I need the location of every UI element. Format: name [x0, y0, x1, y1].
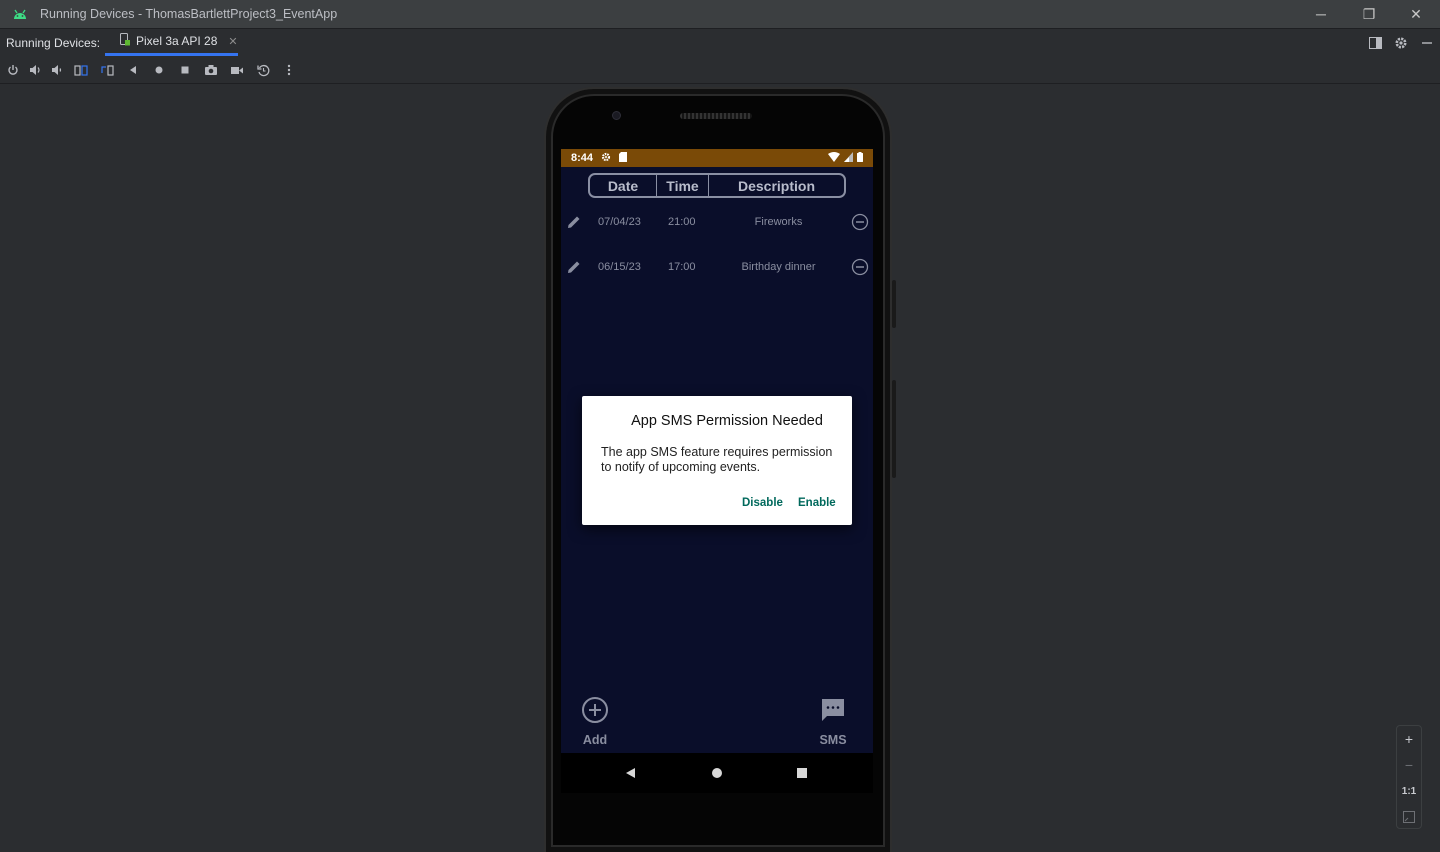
window-title: Running Devices - ThomasBartlettProject3… — [40, 7, 338, 21]
android-nav-bar — [561, 753, 873, 793]
sms-button[interactable]: SMS — [819, 696, 847, 747]
add-label: Add — [582, 733, 608, 747]
volume-down-icon[interactable] — [48, 61, 66, 79]
nav-back-icon[interactable] — [622, 765, 638, 781]
minimize-button[interactable]: ─ — [1298, 0, 1344, 28]
front-camera — [612, 111, 621, 120]
add-circle-icon — [581, 696, 609, 727]
event-time: 21:00 — [668, 216, 696, 228]
tab-label: Pixel 3a API 28 — [136, 34, 218, 48]
sms-permission-dialog: App SMS Permission Needed The app SMS fe… — [582, 396, 852, 525]
title-bar: Running Devices - ThomasBartlettProject3… — [0, 0, 1440, 28]
sms-message-icon — [819, 696, 847, 727]
zoom-in-button[interactable]: + — [1397, 726, 1421, 752]
restore-button[interactable]: ❐ — [1346, 0, 1392, 28]
remove-circle-icon[interactable] — [851, 213, 869, 231]
actual-size-button[interactable]: 1:1 — [1397, 778, 1421, 804]
running-devices-tabbar: Running Devices: Pixel 3a API 28 ✕ — [0, 28, 1440, 56]
device-phone-icon — [119, 33, 131, 49]
tab-close-icon[interactable]: ✕ — [228, 35, 237, 48]
android-status-bar: 8:44 — [561, 149, 873, 167]
table-header: Date Time Description — [588, 173, 846, 198]
screen-record-icon[interactable] — [228, 61, 246, 79]
tab-pixel-3a[interactable]: Pixel 3a API 28 ✕ — [105, 29, 238, 56]
table-row: 07/04/23 21:00 Fireworks — [561, 207, 873, 237]
layout-toggle-icon[interactable] — [1362, 29, 1388, 57]
header-time: Time — [656, 175, 708, 196]
event-date: 06/15/23 — [598, 261, 641, 273]
zoom-controls: + − 1:1 — [1396, 725, 1422, 829]
edit-pencil-icon[interactable] — [566, 214, 582, 230]
status-time: 8:44 — [571, 152, 594, 164]
event-description: Birthday dinner — [741, 261, 816, 273]
event-date: 07/04/23 — [598, 216, 641, 228]
volume-rocker — [892, 380, 896, 478]
settings-notification-icon — [601, 152, 611, 165]
device-toolbar — [0, 56, 1440, 84]
screenshot-icon[interactable] — [202, 61, 220, 79]
running-devices-label: Running Devices: — [6, 35, 101, 50]
settings-gear-icon[interactable] — [1388, 29, 1414, 57]
sd-card-icon — [619, 151, 628, 165]
remove-circle-icon[interactable] — [851, 258, 869, 276]
power-icon[interactable] — [4, 61, 22, 79]
header-date: Date — [607, 177, 639, 194]
close-window-button[interactable]: ✕ — [1393, 0, 1439, 28]
overview-icon[interactable] — [176, 61, 194, 79]
dialog-message: The app SMS feature requires permission … — [601, 445, 833, 474]
disable-button[interactable]: Disable — [742, 497, 783, 509]
table-row: 06/15/23 17:00 Birthday dinner — [561, 252, 873, 282]
earpiece-speaker — [680, 113, 752, 119]
nav-home-icon[interactable] — [709, 765, 725, 781]
rotate-right-icon[interactable] — [98, 61, 116, 79]
event-description: Fireworks — [754, 216, 803, 228]
fit-screen-icon[interactable] — [1397, 804, 1421, 830]
event-time: 17:00 — [668, 261, 696, 273]
more-options-icon[interactable] — [280, 61, 298, 79]
android-studio-logo-icon — [0, 8, 40, 20]
enable-button[interactable]: Enable — [798, 497, 836, 509]
hide-panel-icon[interactable] — [1414, 29, 1440, 57]
home-icon[interactable] — [150, 61, 168, 79]
volume-up-icon[interactable] — [26, 61, 44, 79]
reset-icon[interactable] — [254, 61, 272, 79]
edit-pencil-icon[interactable] — [566, 259, 582, 275]
zoom-out-button[interactable]: − — [1397, 752, 1421, 778]
header-description: Description — [708, 175, 844, 196]
rotate-left-icon[interactable] — [72, 61, 90, 79]
back-icon[interactable] — [124, 61, 142, 79]
nav-overview-icon[interactable] — [794, 765, 810, 781]
signal-icon — [844, 151, 853, 165]
sms-label: SMS — [819, 733, 847, 747]
dialog-title: App SMS Permission Needed — [631, 413, 823, 429]
add-button[interactable]: Add — [581, 696, 609, 747]
wifi-icon — [828, 151, 840, 165]
power-button — [892, 280, 896, 328]
battery-icon — [857, 151, 863, 165]
